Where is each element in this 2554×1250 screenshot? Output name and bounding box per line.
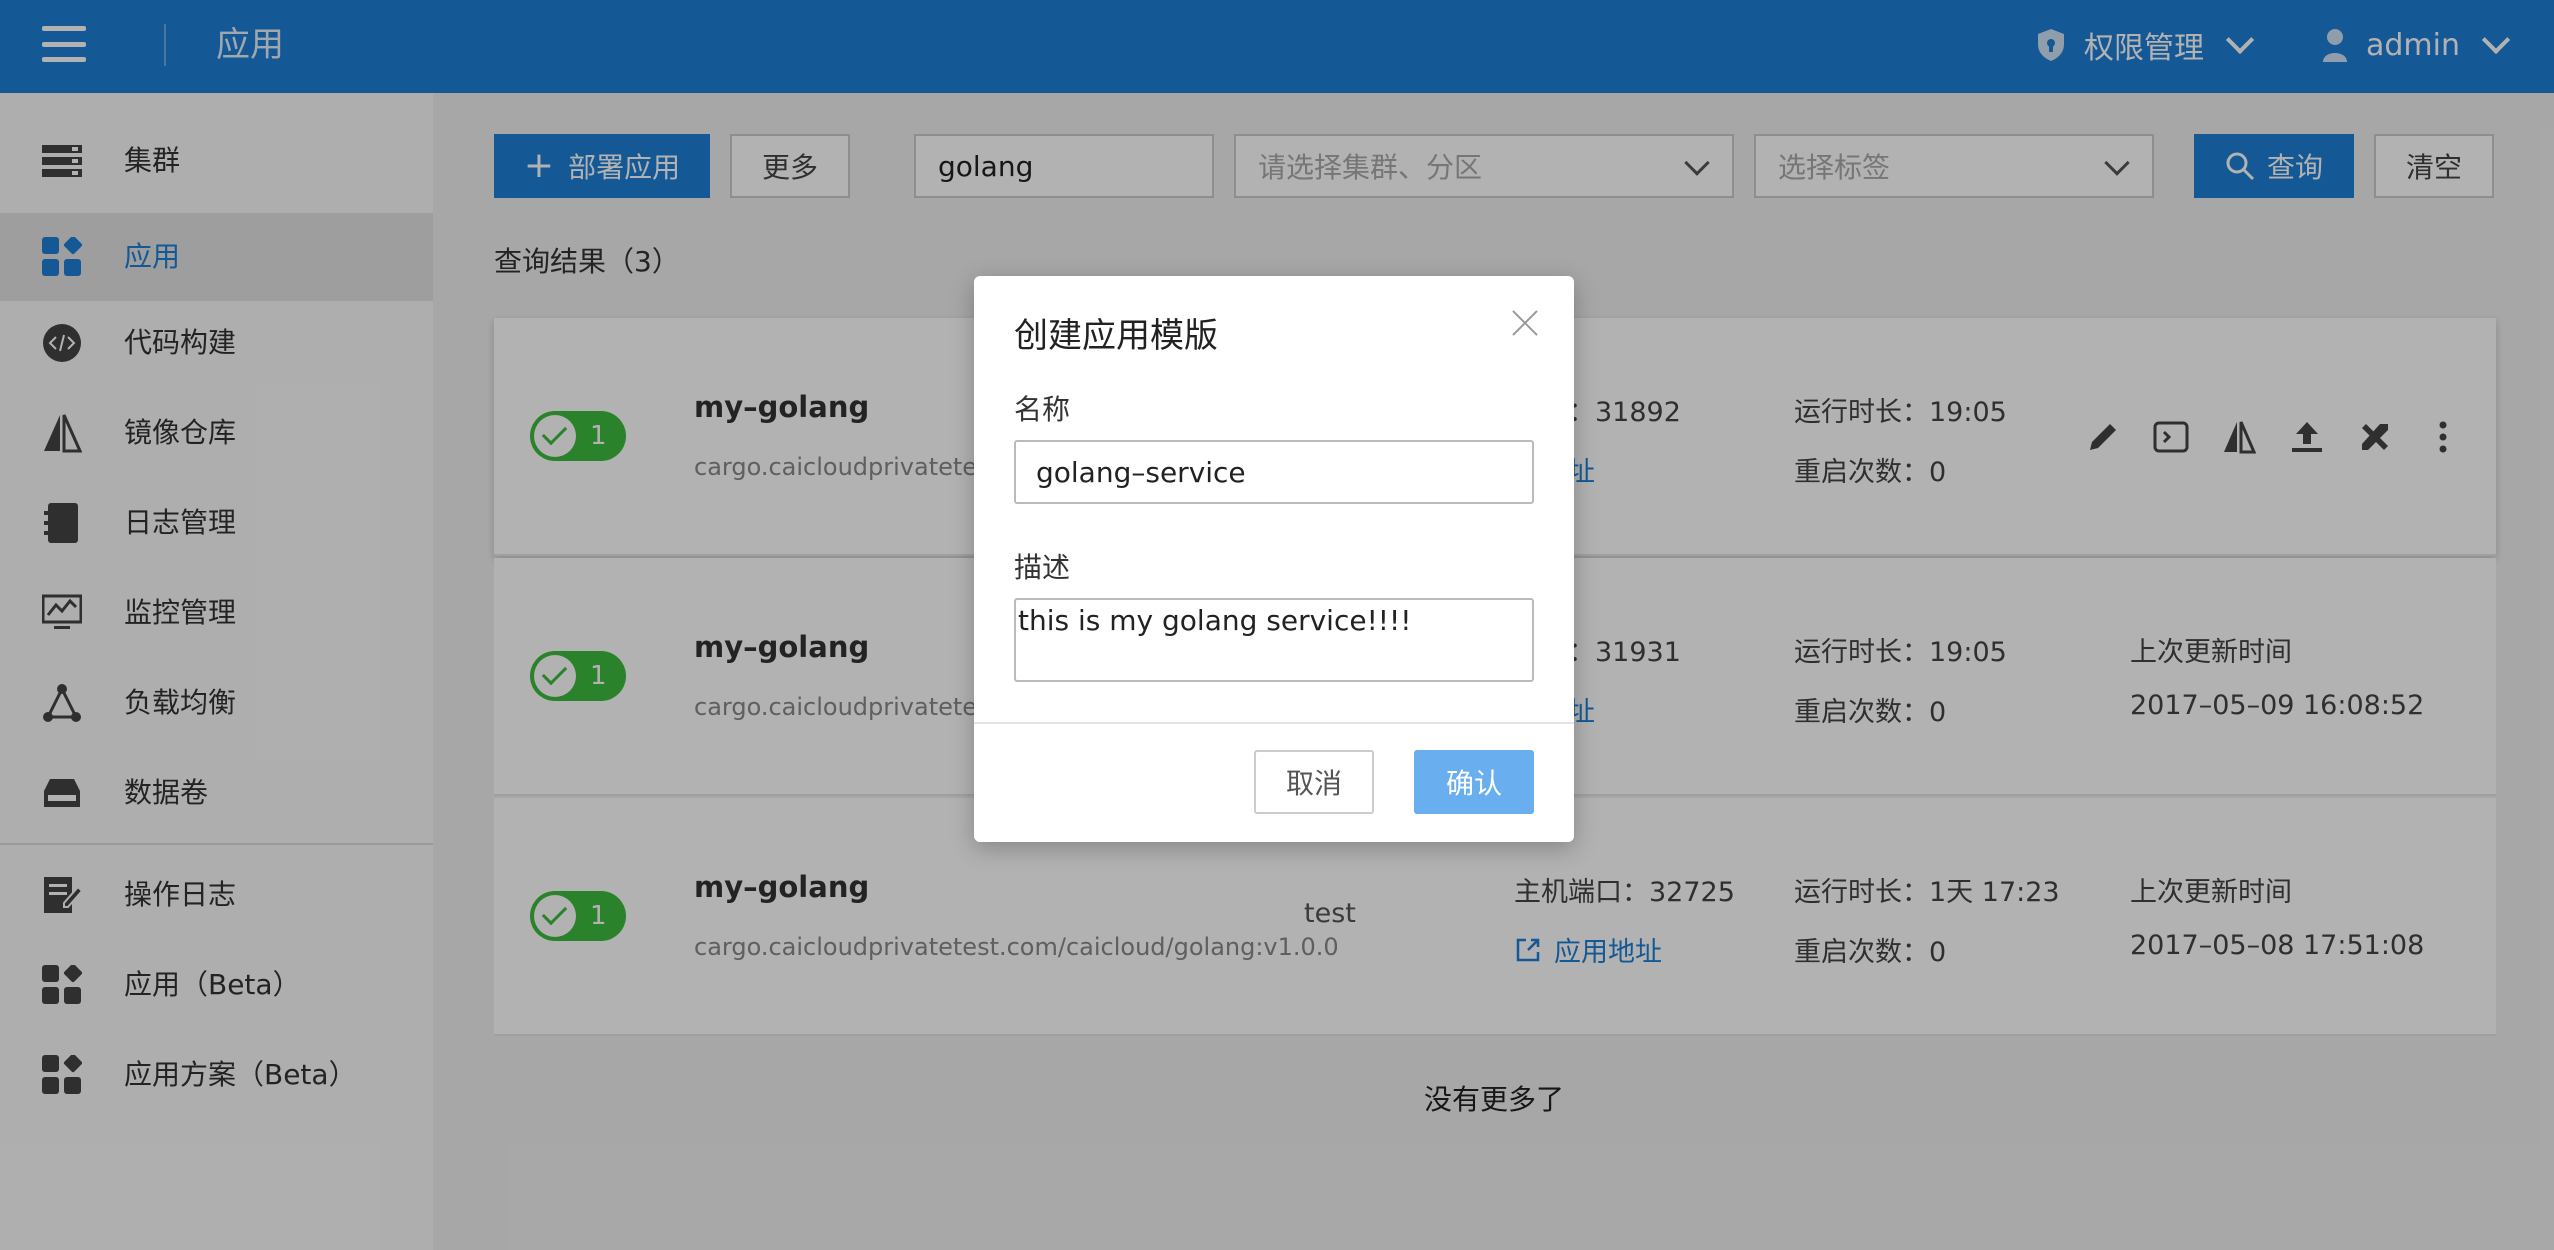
description-textarea[interactable]: this is my golang service!!!! — [1014, 598, 1534, 682]
close-icon[interactable] — [1508, 306, 1542, 340]
dialog-title: 创建应用模版 — [1014, 316, 1218, 356]
cancel-button[interactable]: 取消 — [1254, 750, 1374, 814]
confirm-button[interactable]: 确认 — [1414, 750, 1534, 814]
name-label: 名称 — [1014, 393, 1071, 426]
dialog-divider — [974, 722, 1574, 724]
name-input[interactable]: golang–service — [1014, 440, 1534, 504]
description-label: 描述 — [1014, 551, 1071, 584]
create-template-dialog: 创建应用模版 名称 golang–service 描述 this is my g… — [974, 276, 1574, 842]
